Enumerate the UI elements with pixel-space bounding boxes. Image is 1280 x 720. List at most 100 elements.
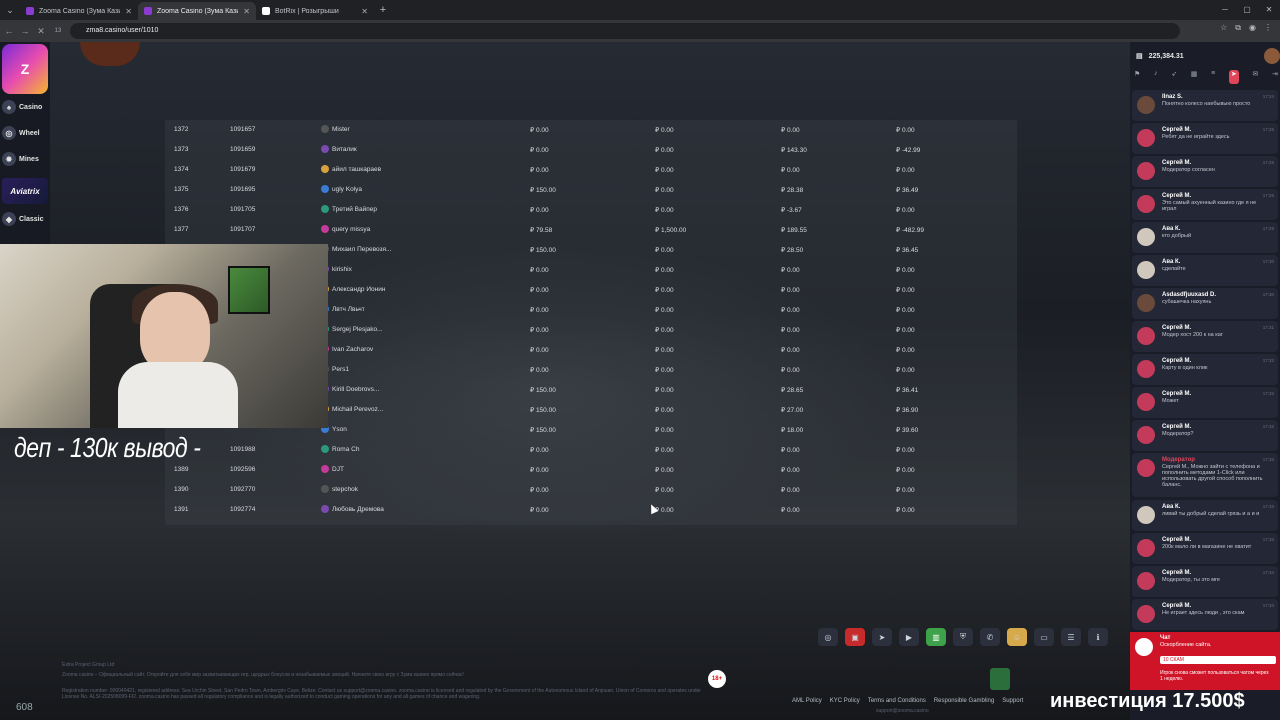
table-row[interactable]: 1373 1091659 Виталик ₽ 0.00 ₽ 0.00 ₽ 143.30 ₽ … xyxy=(165,140,1017,160)
sound-icon[interactable]: ♪ xyxy=(1154,70,1158,84)
back-icon[interactable]: ← xyxy=(2,26,16,36)
bookmark-star-icon[interactable]: ☆ xyxy=(1220,23,1227,33)
close-icon[interactable]: ✕ xyxy=(361,7,368,16)
table-row[interactable]: 1390 1092770 stepchok ₽ 0.00 ₽ 0.00 ₽ 0.00 ₽ 0… xyxy=(165,480,1017,500)
table-row[interactable]: 1372 1091657 Mister ₽ 0.00 ₽ 0.00 ₽ 0.00 ₽ 0.0… xyxy=(165,120,1017,140)
chat-avatar[interactable] xyxy=(1137,360,1155,378)
cell-name[interactable]: DJT xyxy=(332,466,344,473)
sidebar-item-wheel[interactable]: ◎ Wheel xyxy=(2,122,48,144)
tab-search-icon[interactable]: ⌄ xyxy=(0,0,20,20)
footer-link-kyc[interactable]: KYC Policy xyxy=(830,698,860,704)
profile-icon[interactable]: ◉ xyxy=(1249,23,1256,33)
footer-link-responsible[interactable]: Responsible Gambling xyxy=(934,698,994,704)
table-row[interactable]: 1374 1091679 айил ташкараев ₽ 0.00 ₽ 0.00 ₽ 0… xyxy=(165,160,1017,180)
sidebar-item-casino[interactable]: ♠ Casino xyxy=(2,96,48,118)
cell-name[interactable]: query missya xyxy=(332,226,370,233)
profile-avatar[interactable] xyxy=(1264,48,1280,64)
chat-avatar[interactable] xyxy=(1137,228,1155,246)
chat-avatar[interactable] xyxy=(1137,572,1155,590)
table-row[interactable]: 1091988 Roma Ch ₽ 0.00 ₽ 0.00 ₽ 0.00 ₽ 0.00 xyxy=(165,440,1017,460)
chat-avatar[interactable] xyxy=(1137,261,1155,279)
new-tab-button[interactable]: + xyxy=(374,4,392,16)
chat-avatar[interactable] xyxy=(1137,129,1155,147)
cell-name[interactable]: stepchok xyxy=(332,486,358,493)
wallet-icon[interactable]: ▤ xyxy=(1136,52,1143,60)
cell-name[interactable]: Михаил Перевозя... xyxy=(332,246,391,253)
browser-tab-2[interactable]: Zooma Casino (Зума Казино) ... ✕ xyxy=(138,2,256,20)
footer-link-support[interactable]: Support xyxy=(1002,698,1023,704)
cell-name[interactable]: Michail Perevoz... xyxy=(332,406,383,413)
close-icon[interactable]: ✕ xyxy=(243,7,250,16)
flag-icon[interactable]: ⚑ xyxy=(1134,70,1140,84)
youtube-icon[interactable]: ▶ xyxy=(899,628,919,646)
cell-name[interactable]: Roma Ch xyxy=(332,446,359,453)
menu-icon[interactable]: ⋮ xyxy=(1264,23,1272,33)
url-input[interactable]: zma8.casino/user/1010 xyxy=(70,23,1180,39)
footer-link-terms[interactable]: Terms and Conditions xyxy=(868,698,926,704)
sidebar-item-mines[interactable]: ✸ Mines xyxy=(2,148,48,170)
chat-avatar[interactable] xyxy=(1137,459,1155,477)
site-logo[interactable]: Z xyxy=(2,44,48,94)
table-row[interactable]: 1377 1091707 query missya ₽ 79.58 ₽ 1,500.00… xyxy=(165,220,1017,240)
gift-icon[interactable]: ▣ xyxy=(845,628,865,646)
minimize-icon[interactable]: ─ xyxy=(1214,0,1236,20)
close-window-icon[interactable]: ✕ xyxy=(1258,0,1280,20)
chat-avatar[interactable] xyxy=(1137,96,1155,114)
cell-name[interactable]: Третий Вайпер xyxy=(332,206,377,213)
gamepad-icon[interactable]: ▦ xyxy=(1191,70,1198,84)
chat-avatar[interactable] xyxy=(1137,195,1155,213)
sidebar-item-classic[interactable]: ◆ Classic xyxy=(2,208,48,230)
cell-name[interactable]: Ivan Zacharov xyxy=(332,346,373,353)
table-row[interactable]: 1376 1091705 Третий Вайпер ₽ 0.00 ₽ 0.00 ₽ -3… xyxy=(165,200,1017,220)
cell-name[interactable]: Pers1 xyxy=(332,366,349,373)
maximize-icon[interactable]: ▢ xyxy=(1236,0,1258,20)
telegram-icon[interactable]: ➤ xyxy=(1228,70,1239,84)
chart-icon[interactable]: ▥ xyxy=(926,628,946,646)
cell-name[interactable]: ugly Kolya xyxy=(332,186,362,193)
stop-icon[interactable]: ✕ xyxy=(34,26,48,37)
chat-bubble-icon[interactable]: ✉ xyxy=(1252,70,1258,84)
cell-name[interactable]: Kirill Doebrovs... xyxy=(332,386,379,393)
list-icon[interactable]: ≡ xyxy=(1211,70,1215,84)
cell-name[interactable]: kirishix xyxy=(332,266,352,273)
chat-avatar[interactable] xyxy=(1137,294,1155,312)
chat-avatar[interactable] xyxy=(1137,162,1155,180)
avatar-icon[interactable]: ☺ xyxy=(1007,628,1027,646)
table-row[interactable]: 1389 1092596 DJT ₽ 0.00 ₽ 0.00 ₽ 0.00 ₽ 0.00 xyxy=(165,460,1017,480)
support-email[interactable]: support@zooma.casino xyxy=(876,708,996,714)
cell-name[interactable]: Yson xyxy=(332,426,347,433)
settings-icon[interactable]: ☰ xyxy=(1061,628,1081,646)
card-icon[interactable]: ▭ xyxy=(1034,628,1054,646)
chat-avatar[interactable] xyxy=(1137,506,1155,524)
cell-name[interactable]: Sergej Plesjako... xyxy=(332,326,383,333)
logout-icon[interactable]: ⇥ xyxy=(1272,70,1278,84)
user-avatar-icon xyxy=(321,465,329,473)
phone-icon[interactable]: ✆ xyxy=(980,628,1000,646)
cell-name[interactable]: Александр Ионин xyxy=(332,286,385,293)
chat-avatar[interactable] xyxy=(1137,605,1155,623)
shield-icon[interactable]: ⛨ xyxy=(953,628,973,646)
cell-name[interactable]: Любовь Дремова xyxy=(332,506,384,513)
rocket-icon[interactable]: ➶ xyxy=(1171,70,1177,84)
close-icon[interactable]: ✕ xyxy=(125,7,132,16)
footer-link-aml[interactable]: AML Policy xyxy=(792,698,822,704)
cell-name[interactable]: айил ташкараев xyxy=(332,166,381,173)
telegram-icon[interactable]: ➤ xyxy=(872,628,892,646)
aviatrix-banner[interactable]: Aviatrix xyxy=(2,178,48,204)
chat-avatar[interactable] xyxy=(1137,426,1155,444)
license-badge-icon[interactable] xyxy=(990,668,1010,690)
table-row[interactable]: 1391 1092774 Любовь Дремова ₽ 0.00 ₽ 0.00 ₽ 0… xyxy=(165,500,1017,520)
extensions-icon[interactable]: ⧉ xyxy=(1235,23,1241,33)
chat-avatar[interactable] xyxy=(1137,327,1155,345)
cell-name[interactable]: Лвтч Лвьчт xyxy=(332,306,365,313)
chat-avatar[interactable] xyxy=(1137,539,1155,557)
info-circle-icon[interactable]: ◎ xyxy=(818,628,838,646)
browser-tab-3[interactable]: BotRix | Розыгрыши ✕ xyxy=(256,2,374,20)
chat-avatar[interactable] xyxy=(1137,393,1155,411)
cell-name[interactable]: Mister xyxy=(332,126,350,133)
forward-icon[interactable]: → xyxy=(18,26,32,36)
table-row[interactable]: 1375 1091695 ugly Kolya ₽ 150.00 ₽ 0.00 ₽ 28.… xyxy=(165,180,1017,200)
browser-tab-1[interactable]: Zooma Casino (Зума Казино) ... ✕ xyxy=(20,2,138,20)
info-icon[interactable]: ℹ xyxy=(1088,628,1108,646)
cell-name[interactable]: Виталик xyxy=(332,146,357,153)
